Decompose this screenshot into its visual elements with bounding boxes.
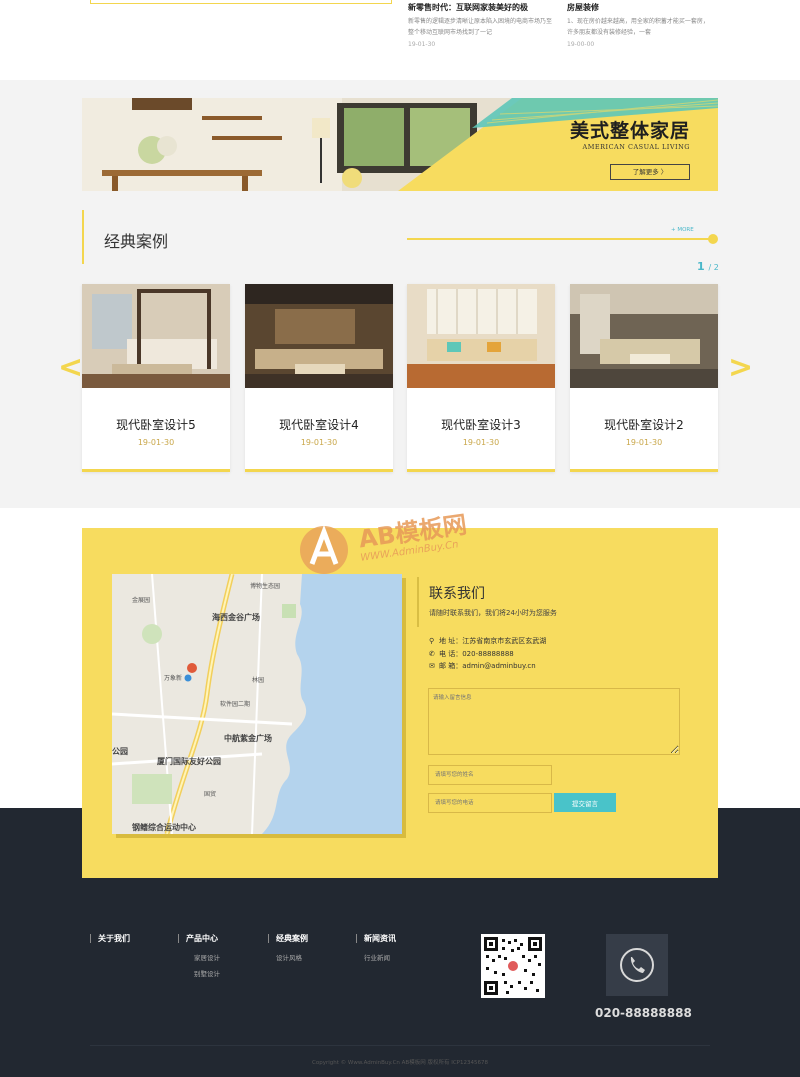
cases-title: 经典案例 (104, 232, 169, 251)
footer-link[interactable]: 家居设计 (178, 952, 220, 962)
svg-text:海西金谷广场: 海西金谷广场 (212, 612, 260, 622)
news-box-border (90, 0, 392, 4)
svg-text:中航紫金广场: 中航紫金广场 (224, 733, 272, 743)
section-accent-bar (82, 210, 84, 264)
footer-link[interactable]: 设计风格 (268, 952, 308, 962)
case-name[interactable]: 现代卧室设计4 (245, 416, 393, 433)
contact-title: 联系我们 (429, 586, 485, 602)
news-desc: 新零售的逻辑逐步清晰让原本陷入困境的电商市场乃至整个移动互联网市场找到了一记 (408, 18, 553, 36)
news-item[interactable]: 房屋装修 1、现在房价越来越高，用全家的积蓄才能买一套房，许多朋友都没有装修经验… (567, 2, 709, 48)
case-name[interactable]: 现代卧室设计5 (82, 416, 230, 433)
divider-line (407, 238, 711, 240)
map[interactable]: 海西金谷广场 中航紫金广场 厦门国际友好公园 钢鳍综合运动中心 万象新 软件园二… (112, 574, 402, 834)
news-date: 19-01-30 (408, 41, 436, 48)
prev-arrow[interactable]: < (58, 350, 83, 385)
footer-col-cases: 经典案例 设计风格 (268, 934, 308, 962)
address-text: 地 址：江苏省南京市玄武区玄武湖 (439, 637, 547, 645)
case-image[interactable] (245, 284, 393, 388)
svg-text:软件园二期: 软件园二期 (220, 700, 250, 708)
email-icon: ✉ (429, 662, 435, 670)
case-card[interactable]: 现代卧室设计3 19-01-30 (407, 284, 555, 472)
case-image[interactable] (82, 284, 230, 388)
footer-col-about: 关于我们 (90, 934, 130, 943)
phone-text: 电 话：020-88888888 (439, 650, 514, 658)
footer-heading[interactable]: 新闻资讯 (356, 934, 396, 943)
news-title[interactable]: 房屋装修 (567, 2, 709, 13)
case-card[interactable]: 现代卧室设计2 19-01-30 (570, 284, 718, 472)
case-image[interactable] (407, 284, 555, 388)
contact-accent-bar (417, 577, 419, 627)
learn-more-button[interactable]: 了解更多 〉 (610, 164, 690, 180)
footer-heading[interactable]: 产品中心 (178, 934, 220, 943)
news-title[interactable]: 新零售时代：互联网家装美好的极 (408, 2, 553, 13)
name-field[interactable] (428, 765, 552, 785)
case-card[interactable]: 现代卧室设计5 19-01-30 (82, 284, 230, 472)
news-date: 19-00-00 (567, 41, 595, 48)
contact-subtitle: 请随时联系我们，我们将24小时为您服务 (429, 609, 557, 617)
svg-text:公园: 公园 (112, 747, 128, 756)
phone-icon (620, 948, 654, 982)
divider-dot (708, 234, 718, 244)
svg-text:钢鳍综合运动中心: 钢鳍综合运动中心 (132, 822, 196, 832)
case-card[interactable]: 现代卧室设计4 19-01-30 (245, 284, 393, 472)
case-date: 19-01-30 (137, 438, 175, 447)
phone-line: ✆ 电 话：020-88888888 (429, 649, 514, 659)
more-link[interactable]: + MORE (671, 227, 694, 233)
case-name[interactable]: 现代卧室设计3 (407, 416, 555, 433)
case-date: 19-01-30 (625, 438, 663, 447)
email-line: ✉ 邮 箱：admin@adminbuy.cn (429, 661, 536, 671)
cases-header: 经典案例 + MORE (82, 210, 718, 264)
svg-text:金展园: 金展园 (132, 596, 150, 604)
phone-box (606, 934, 668, 996)
pager-current: 1 (697, 260, 705, 273)
message-field[interactable] (428, 688, 680, 755)
case-name[interactable]: 现代卧室设计2 (570, 416, 718, 433)
svg-text:林园: 林园 (252, 676, 264, 684)
case-date: 19-01-30 (300, 438, 338, 447)
phone-icon: ✆ (429, 650, 435, 658)
svg-text:厦门国际友好公园: 厦门国际友好公园 (157, 756, 221, 766)
svg-text:博物生态园: 博物生态园 (250, 582, 280, 590)
email-text: 邮 箱：admin@adminbuy.cn (439, 662, 536, 670)
contact-section: 海西金谷广场 中航紫金广场 厦门国际友好公园 钢鳍综合运动中心 万象新 软件园二… (82, 528, 718, 878)
copyright: Copyright © Www.AdminBuy.Cn AB模板网 版权所有 I… (312, 1060, 488, 1066)
footer-heading[interactable]: 经典案例 (268, 934, 308, 943)
news-desc: 1、现在房价越来越高，用全家的积蓄才能买一套房，许多朋友都没有装修经验，一套 (567, 18, 709, 36)
footer-divider (90, 1045, 710, 1046)
watermark: AB模板网 WWW.AdminBuy.Cn (296, 502, 506, 580)
location-pin-icon: ⚲ (429, 637, 435, 645)
next-arrow[interactable]: > (728, 350, 753, 385)
qr-graphic (484, 937, 542, 995)
footer-link[interactable]: 别墅设计 (178, 968, 220, 978)
footer-link[interactable]: 行业新闻 (356, 952, 396, 962)
banner-subtitle: AMERICAN CASUAL LIVING (582, 143, 690, 151)
case-image[interactable] (570, 284, 718, 388)
news-strip: 新零售时代：互联网家装美好的极 新零售的逻辑逐步清晰让原本陷入困境的电商市场乃至… (0, 0, 800, 80)
promo-banner[interactable]: 美式整体家居 AMERICAN CASUAL LIVING 了解更多 〉 (82, 98, 718, 191)
footer-heading[interactable]: 关于我们 (90, 934, 130, 943)
news-item[interactable]: 新零售时代：互联网家装美好的极 新零售的逻辑逐步清晰让原本陷入困境的电商市场乃至… (408, 2, 553, 48)
pager-total: / 2 (708, 263, 719, 272)
footer-phone: 020-88888888 (595, 1006, 692, 1020)
phone-field[interactable] (428, 793, 552, 813)
banner-title: 美式整体家居 (569, 120, 690, 142)
submit-button[interactable]: 提交留言 (554, 793, 616, 812)
svg-text:万象新: 万象新 (164, 674, 182, 682)
svg-text:国贸: 国贸 (204, 790, 216, 798)
footer-col-news: 新闻资讯 行业新闻 (356, 934, 396, 962)
case-date: 19-01-30 (462, 438, 500, 447)
qr-code (481, 934, 545, 998)
footer-col-products: 产品中心 家居设计 别墅设计 (178, 934, 220, 978)
address-line: ⚲ 地 址：江苏省南京市玄武区玄武湖 (429, 636, 546, 646)
map-graphic: 海西金谷广场 中航紫金广场 厦门国际友好公园 钢鳍综合运动中心 万象新 软件园二… (112, 574, 402, 834)
pager: 1 / 2 (697, 260, 719, 273)
